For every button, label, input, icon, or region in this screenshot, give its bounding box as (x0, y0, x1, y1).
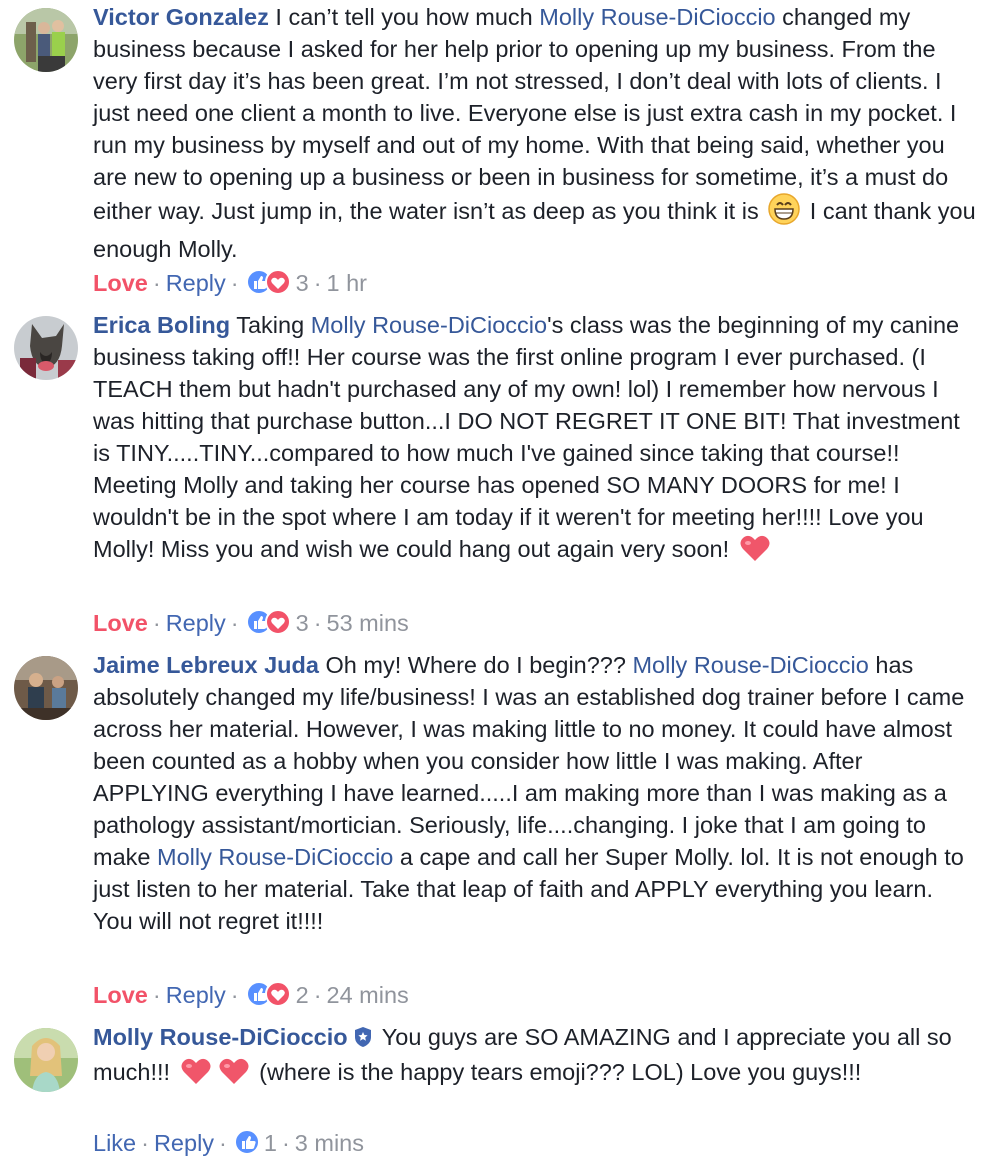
reply-button[interactable]: Reply (154, 1130, 214, 1156)
separator: · (152, 270, 161, 296)
comment-actions: Love · Reply · 3 · 1 hr (93, 268, 367, 302)
heart-icon (180, 1056, 212, 1094)
heart-icon (218, 1056, 250, 1094)
mention-link[interactable]: Molly Rouse-DiCioccio (539, 4, 775, 30)
reply-button[interactable]: Reply (166, 270, 226, 296)
comment-text: changed my business because I asked for … (93, 4, 957, 224)
like-button[interactable]: Like (93, 1130, 136, 1156)
love-button[interactable]: Love (93, 610, 148, 636)
verified-shield-icon (353, 1024, 373, 1056)
comment-timestamp[interactable]: 24 mins (327, 982, 409, 1008)
mention-link[interactable]: Molly Rouse-DiCioccio (311, 312, 547, 338)
comment-author[interactable]: Victor Gonzalez (93, 4, 269, 30)
mention-link[interactable]: Molly Rouse-DiCioccio (157, 844, 393, 870)
comment-body: Molly Rouse-DiCioccio You guys are SO AM… (93, 1021, 978, 1094)
reactions-summary[interactable] (245, 981, 294, 1014)
heart-icon (739, 533, 771, 571)
separator: · (141, 1130, 149, 1156)
mention-link[interactable]: Molly Rouse-DiCioccio (632, 652, 868, 678)
comment-text: 's class was the beginning of my canine … (93, 312, 960, 562)
separator: · (281, 1130, 290, 1156)
reply-button[interactable]: Reply (166, 982, 226, 1008)
separator: · (219, 1130, 227, 1156)
grinning-face-icon (768, 193, 800, 233)
comment-actions: Love · Reply · 3 · 53 mins (93, 608, 409, 642)
comment-text: Taking (230, 312, 311, 338)
avatar[interactable] (14, 1028, 78, 1092)
comment-timestamp[interactable]: 1 hr (327, 270, 368, 296)
comment-body: Jaime Lebreux Juda Oh my! Where do I beg… (93, 649, 978, 937)
separator: · (230, 982, 239, 1008)
comment-author[interactable]: Jaime Lebreux Juda (93, 652, 319, 678)
reaction-count[interactable]: 3 (296, 610, 309, 636)
separator: · (230, 610, 239, 636)
comment-text: has absolutely changed my life/business!… (93, 652, 965, 870)
avatar[interactable] (14, 316, 78, 380)
comment-text: I can’t tell you how much (268, 4, 540, 30)
comment-text: Oh my! Where do I begin??? (318, 652, 633, 678)
separator: · (313, 982, 322, 1008)
comment-timestamp[interactable]: 53 mins (327, 610, 409, 636)
comment-author[interactable]: Erica Boling (93, 312, 230, 338)
comment-actions: Like · Reply · 1 · 3 mins (93, 1128, 364, 1162)
separator: · (313, 610, 322, 636)
separator: · (313, 270, 322, 296)
comment-body: Erica Boling Taking Molly Rouse-DiCiocci… (93, 309, 978, 571)
love-button[interactable]: Love (93, 270, 148, 296)
comment-timestamp[interactable]: 3 mins (295, 1130, 364, 1156)
reaction-count[interactable]: 1 (264, 1130, 277, 1156)
comment-text: (where is the happy tears emoji??? LOL) … (252, 1059, 862, 1085)
reactions-summary[interactable] (245, 269, 294, 302)
reaction-count[interactable]: 3 (296, 270, 309, 296)
comment-thread: Victor Gonzalez I can’t tell you how muc… (0, 0, 994, 1172)
separator: · (230, 270, 239, 296)
comment-actions: Love · Reply · 2 · 24 mins (93, 980, 409, 1014)
reaction-count[interactable]: 2 (296, 982, 309, 1008)
separator: · (152, 610, 161, 636)
avatar[interactable] (14, 656, 78, 720)
comment-author[interactable]: Molly Rouse-DiCioccio (93, 1024, 348, 1050)
reactions-summary[interactable] (233, 1129, 262, 1162)
reply-button[interactable]: Reply (166, 610, 226, 636)
love-button[interactable]: Love (93, 982, 148, 1008)
comment-body: Victor Gonzalez I can’t tell you how muc… (93, 1, 978, 265)
separator: · (152, 982, 161, 1008)
avatar[interactable] (14, 8, 78, 72)
reactions-summary[interactable] (245, 609, 294, 642)
